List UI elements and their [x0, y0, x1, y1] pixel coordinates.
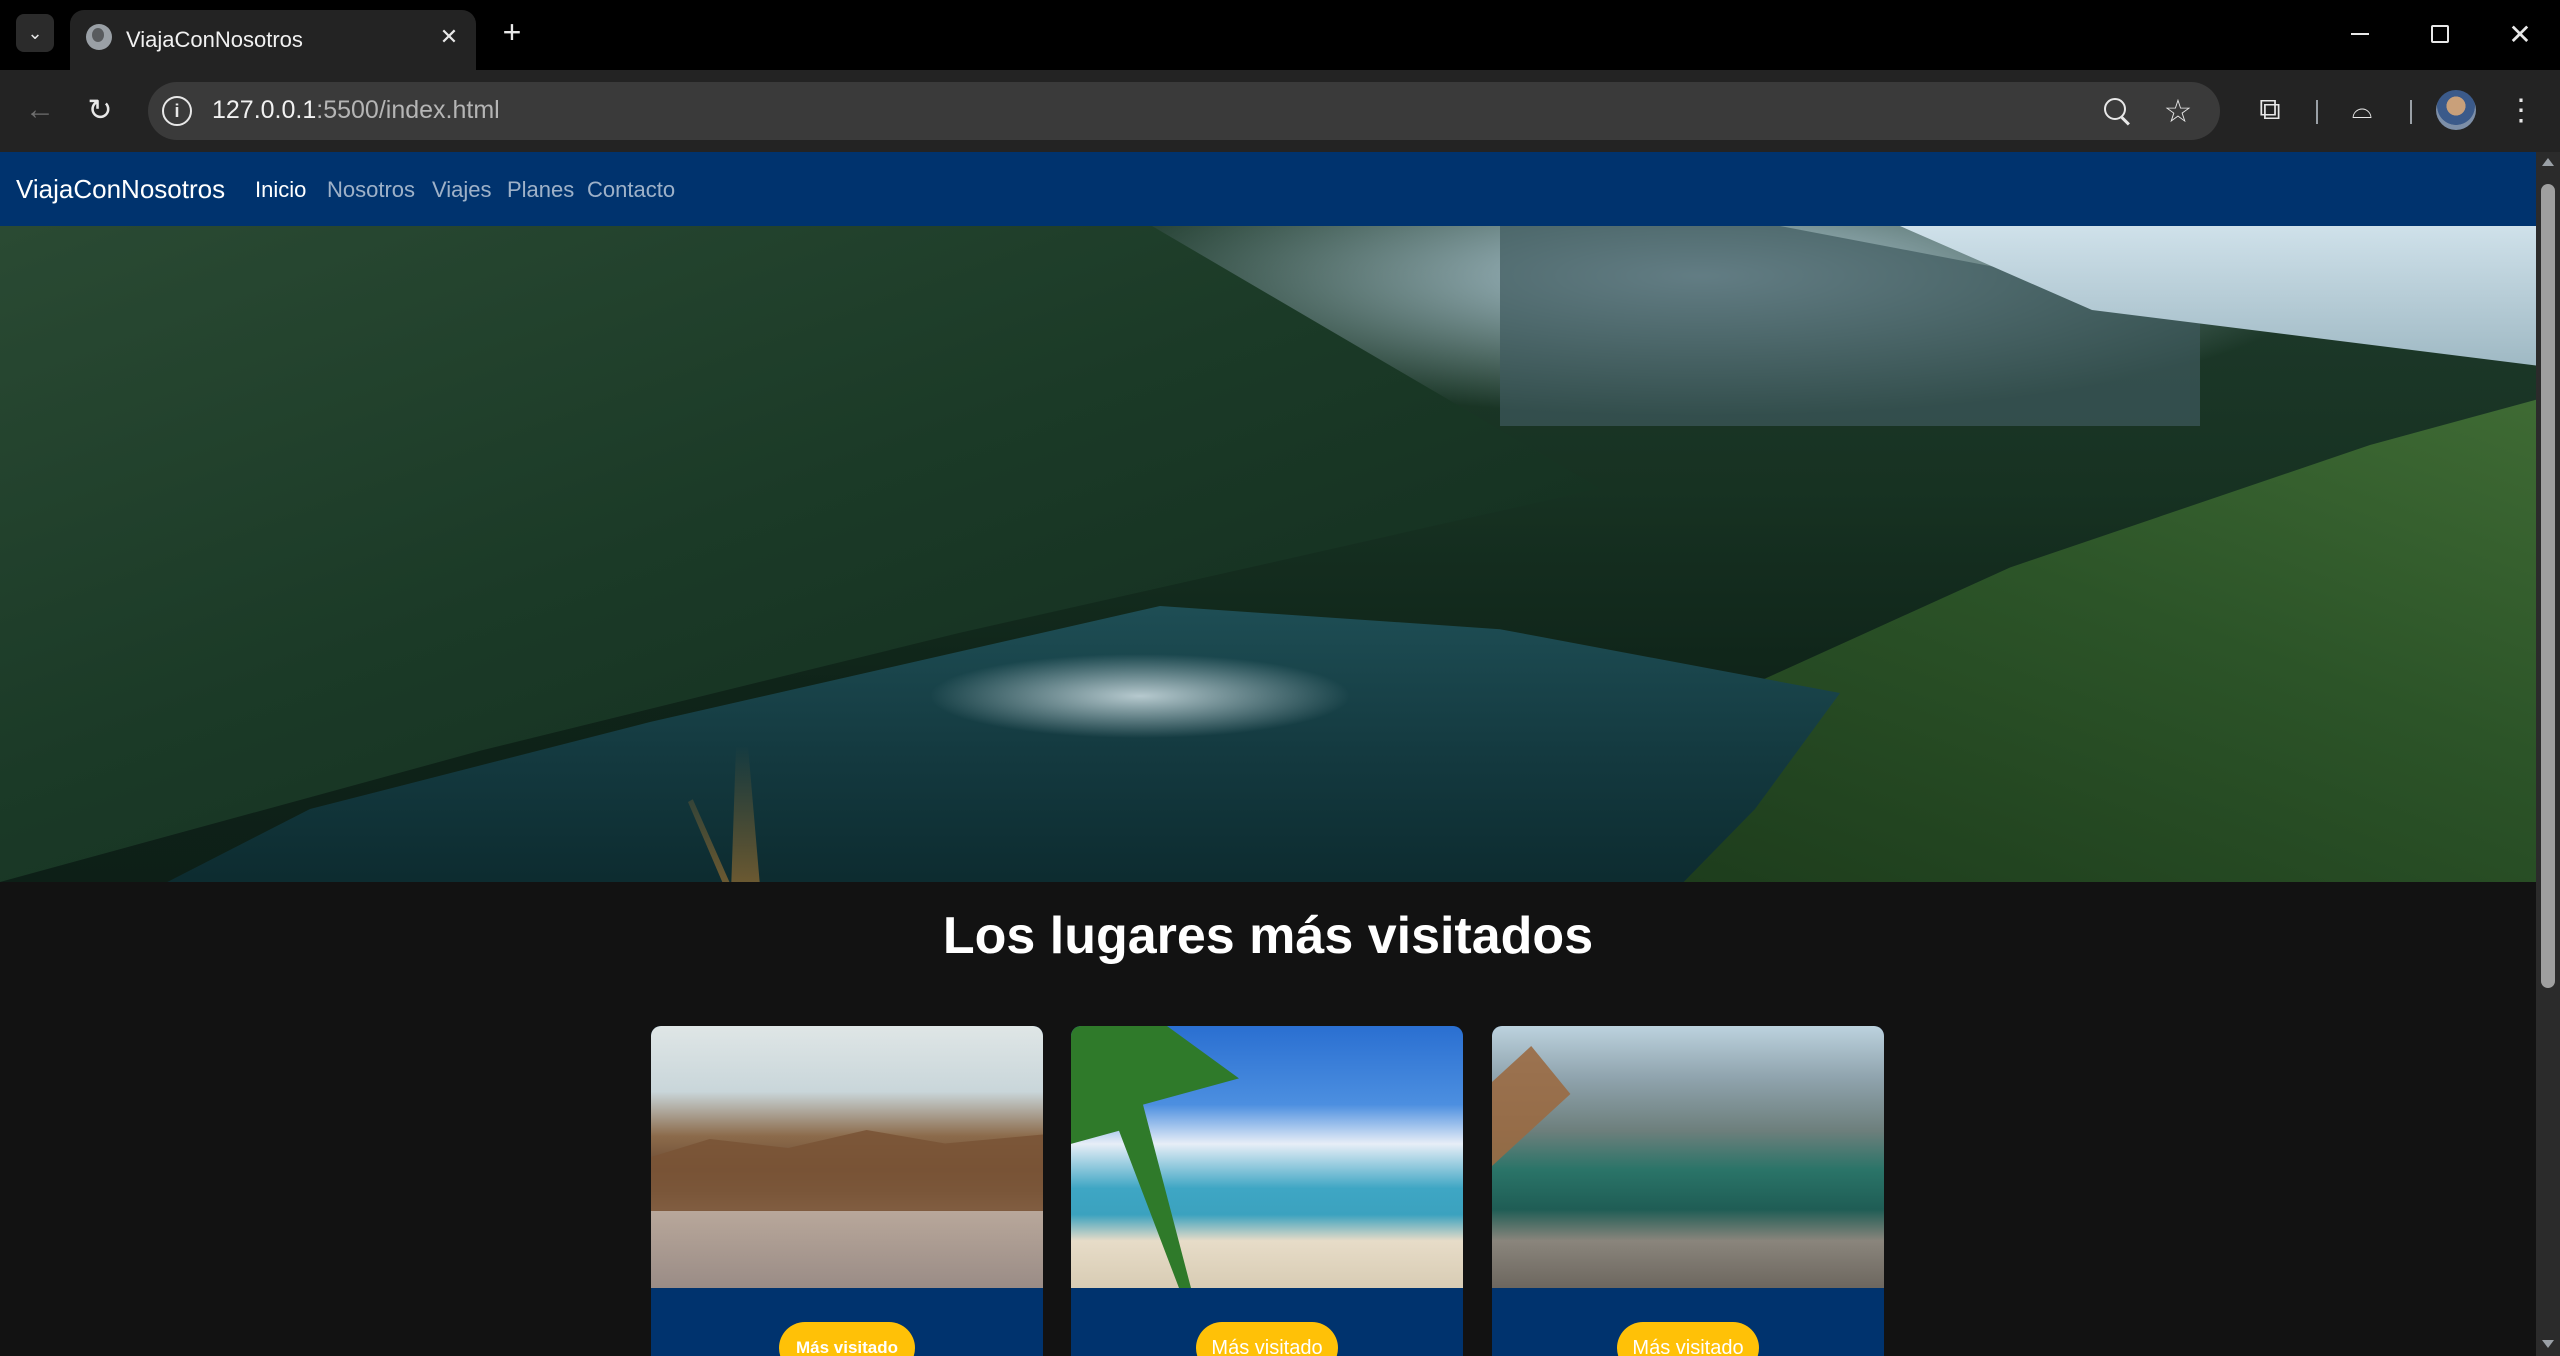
- minimize-button[interactable]: [2340, 14, 2380, 54]
- page-scrollbar[interactable]: [2536, 152, 2560, 1356]
- reload-icon[interactable]: ↻: [80, 90, 120, 130]
- nav-link-viajes[interactable]: Viajes: [432, 177, 492, 203]
- site-brand[interactable]: ViajaConNosotros: [16, 174, 225, 205]
- hero-image: [0, 226, 2536, 882]
- most-visited-button[interactable]: Más visitado: [1617, 1322, 1759, 1356]
- most-visited-button[interactable]: Más visitado: [1196, 1322, 1338, 1356]
- profile-avatar[interactable]: [2436, 90, 2476, 130]
- browser-tab-strip: ⌄ ViajaConNosotros ✕ + ✕: [0, 0, 2560, 70]
- extensions-icon[interactable]: ⧉: [2250, 90, 2290, 130]
- close-window-button[interactable]: ✕: [2500, 14, 2540, 54]
- card-image-beach: [1071, 1026, 1463, 1288]
- tab-title: ViajaConNosotros: [126, 27, 303, 52]
- address-bar[interactable]: i 127.0.0.1:5500/index.html ☆: [148, 82, 2220, 140]
- toolbar-divider: [2316, 100, 2318, 124]
- browser-toolbar: ← ↻ i 127.0.0.1:5500/index.html ☆ ⧉ ⌓ ⋮: [0, 70, 2560, 152]
- nav-link-contacto[interactable]: Contacto: [587, 177, 675, 203]
- new-tab-button[interactable]: +: [494, 14, 530, 50]
- info-icon[interactable]: i: [162, 96, 192, 126]
- restore-button[interactable]: [2420, 14, 2460, 54]
- tab-search-button[interactable]: ⌄: [16, 14, 54, 52]
- destination-card[interactable]: Más visitado: [1492, 1026, 1884, 1356]
- toolbar-divider: [2410, 100, 2412, 124]
- card-image-lake: [1492, 1026, 1884, 1288]
- hero-right-forest: [1650, 396, 2536, 882]
- zoom-icon[interactable]: [2100, 94, 2134, 128]
- destination-card[interactable]: Más visitado: [651, 1026, 1043, 1356]
- url-text[interactable]: 127.0.0.1:5500/index.html: [212, 96, 500, 125]
- back-icon[interactable]: ←: [20, 90, 60, 130]
- nav-link-inicio[interactable]: Inicio: [255, 177, 306, 203]
- nav-link-nosotros[interactable]: Nosotros: [327, 177, 415, 203]
- close-tab-icon[interactable]: ✕: [434, 22, 464, 52]
- scroll-thumb[interactable]: [2541, 184, 2555, 988]
- section-title: Los lugares más visitados: [942, 907, 1594, 965]
- page-viewport: ViajaConNosotros Inicio Nosotros Viajes …: [0, 152, 2536, 1356]
- site-navbar: ViajaConNosotros Inicio Nosotros Viajes …: [0, 152, 2536, 226]
- kebab-menu-icon[interactable]: ⋮: [2506, 90, 2536, 130]
- browser-tab[interactable]: ViajaConNosotros ✕: [70, 10, 476, 70]
- incognito-icon[interactable]: ⌓: [2342, 90, 2382, 130]
- scroll-up-arrow[interactable]: [2542, 158, 2554, 166]
- card-image-mountains: [651, 1026, 1043, 1288]
- destination-card[interactable]: Más visitado: [1071, 1026, 1463, 1356]
- star-icon[interactable]: ☆: [2158, 91, 2198, 131]
- most-visited-button[interactable]: Más visitado: [779, 1322, 915, 1356]
- scroll-down-arrow[interactable]: [2542, 1340, 2554, 1348]
- nav-link-planes[interactable]: Planes: [507, 177, 574, 203]
- globe-icon: [86, 24, 112, 50]
